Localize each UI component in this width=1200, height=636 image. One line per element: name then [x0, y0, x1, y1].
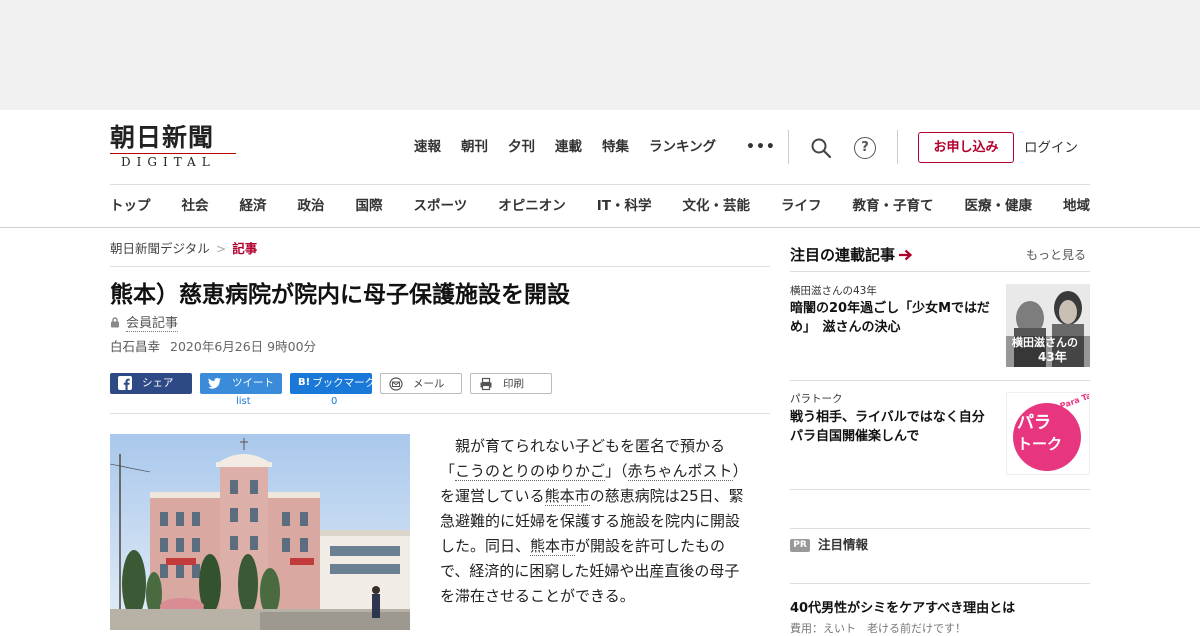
breadcrumb-separator: >: [215, 241, 227, 256]
sidebar-heading[interactable]: 注目の連載記事: [790, 244, 913, 266]
category-economy[interactable]: 経済: [240, 196, 267, 216]
member-article-badge[interactable]: 会員記事: [110, 315, 179, 333]
twitter-share-label: ツイート: [232, 377, 274, 389]
para-talk-label-2: トーク: [1017, 435, 1063, 453]
article-link-akachan-post[interactable]: 赤ちゃんポスト: [627, 462, 733, 481]
category-opinion[interactable]: オピニオン: [498, 196, 566, 216]
sidebar-item-kicker[interactable]: パラトーク: [790, 392, 843, 406]
category-health[interactable]: 医療・健康: [964, 196, 1032, 216]
top-nav-tokushu[interactable]: 特集: [602, 136, 629, 158]
mail-share-button[interactable]: メール: [380, 373, 462, 394]
article-link-kumamoto-city[interactable]: 熊本市: [544, 487, 590, 506]
article-link-kumamoto-city[interactable]: 熊本市: [530, 537, 576, 556]
header-divider: [897, 130, 898, 164]
yokota-thumbnail-number: 43年: [1038, 350, 1067, 364]
publish-date: 2020年6月26日 9時00分: [170, 339, 317, 354]
top-nav-rensai[interactable]: 連載: [555, 136, 582, 158]
print-label: 印刷: [503, 378, 524, 390]
sidebar-divider: [790, 271, 1090, 272]
pr-divider: [790, 583, 1090, 584]
site-header: 朝日新聞 DIGITAL 速報 朝刊 夕刊 連載 特集 ランキング ••• ? …: [0, 110, 1200, 228]
author-name: 白石昌幸: [110, 339, 161, 354]
breadcrumb: 朝日新聞デジタル > 記事: [110, 240, 257, 258]
facebook-share-button[interactable]: シェア: [110, 373, 192, 394]
print-icon: [480, 377, 492, 391]
byline: 白石昌幸 2020年6月26日 9時00分: [110, 338, 316, 356]
help-icon[interactable]: ?: [854, 137, 876, 159]
category-society[interactable]: 社会: [182, 196, 209, 216]
breadcrumb-divider: [110, 266, 770, 267]
more-menu-icon[interactable]: •••: [746, 136, 776, 158]
category-it-science[interactable]: IT・科学: [597, 196, 652, 216]
article-photo-hospital[interactable]: [110, 434, 410, 630]
hatena-bookmark-count[interactable]: 0: [331, 396, 337, 408]
top-nav-choukan[interactable]: 朝刊: [461, 136, 488, 158]
category-region[interactable]: 地域: [1063, 196, 1090, 216]
category-international[interactable]: 国際: [356, 196, 383, 216]
logo-digital: DIGITAL: [110, 153, 236, 170]
category-sports[interactable]: スポーツ: [414, 196, 468, 216]
sidebar-more-link[interactable]: もっと見る: [1026, 246, 1086, 264]
category-culture[interactable]: 文化・芸能: [682, 196, 750, 216]
sidebar-thumb-para-talk[interactable]: Para Talk パラ トーク: [1006, 392, 1090, 475]
article-link-kounotori[interactable]: こうのとりのゆりかご: [455, 462, 606, 481]
twitter-share-count[interactable]: list: [236, 396, 251, 408]
twitter-share-button[interactable]: ツイート: [200, 373, 282, 394]
hatena-bookmark-button[interactable]: B! ブックマーク: [290, 373, 376, 394]
top-nav: 速報 朝刊 夕刊 連載 特集 ランキング: [414, 136, 736, 158]
sidebar-thumb-yokota[interactable]: 横田滋さんの 43年: [1006, 284, 1090, 367]
breadcrumb-current: 記事: [232, 241, 258, 256]
mail-share-label: メール: [413, 378, 445, 390]
search-icon[interactable]: [810, 137, 832, 159]
category-nav: トップ 社会 経済 政治 国際 スポーツ オピニオン IT・科学 文化・芸能 ラ…: [0, 184, 1200, 228]
facebook-icon: [118, 376, 132, 390]
yokota-thumbnail-caption: 横田滋さんの: [1012, 336, 1078, 349]
lock-icon: [111, 317, 119, 328]
top-nav-ranking[interactable]: ランキング: [649, 136, 716, 158]
ad-banner-area: [0, 0, 1200, 110]
twitter-icon: [208, 377, 221, 389]
sidebar-heading-label: 注目の連載記事: [790, 246, 896, 264]
category-nav-divider: [110, 184, 1090, 185]
top-nav-sokuho[interactable]: 速報: [414, 136, 441, 158]
print-button[interactable]: 印刷: [470, 373, 552, 394]
pr-badge: PR: [790, 539, 810, 552]
para-talk-thumbnail-image: [1013, 403, 1081, 471]
facebook-share-label: シェア: [142, 377, 174, 389]
pr-divider: [790, 528, 1090, 529]
sidebar-item-title[interactable]: 戦う相手、ライバルではなく自分 パラ自国開催楽しんで: [790, 408, 1002, 446]
sidebar-item-kicker[interactable]: 横田滋さんの43年: [790, 284, 877, 298]
category-top[interactable]: トップ: [110, 196, 151, 216]
top-nav-yuukan[interactable]: 夕刊: [508, 136, 535, 158]
para-talk-label-1: パラ: [1017, 413, 1051, 433]
header-divider: [788, 130, 789, 164]
article-body-text: 」（: [605, 462, 628, 480]
hatena-bookmark-icon: B!: [298, 377, 311, 388]
article-body: 親が育てられない子どもを匿名で預かる「こうのとりのゆりかご」（赤ちゃんポスト）を…: [440, 434, 746, 609]
category-politics[interactable]: 政治: [298, 196, 325, 216]
mail-icon: [389, 377, 403, 391]
arrow-right-icon: [899, 249, 913, 261]
sidebar-divider: [790, 380, 1090, 381]
pr-section-label: 注目情報: [818, 537, 869, 552]
breadcrumb-home[interactable]: 朝日新聞デジタル: [110, 241, 210, 256]
login-link[interactable]: ログイン: [1024, 137, 1078, 159]
article-title: 熊本）慈恵病院が院内に母子保護施設を開設: [110, 282, 570, 308]
category-education[interactable]: 教育・子育て: [852, 196, 933, 216]
logo-kanji: 朝日新聞: [110, 123, 215, 152]
pr-article-title[interactable]: 40代男性がシミをケアすべき理由とは: [790, 599, 1015, 618]
share-divider: [110, 413, 770, 414]
category-life[interactable]: ライフ: [781, 196, 822, 216]
sidebar-divider: [790, 489, 1090, 490]
pr-article-subtitle[interactable]: 費用：えいト 老ける前だけです！: [790, 622, 966, 636]
hatena-bookmark-label: ブックマーク: [312, 377, 376, 389]
sidebar-item-title[interactable]: 暗闇の20年過ごし「少女Mではだめ」 滋さんの決心: [790, 299, 1002, 337]
member-article-label: 会員記事: [126, 316, 179, 332]
asahi-digital-logo[interactable]: 朝日新聞 DIGITAL: [110, 124, 245, 170]
apply-button[interactable]: お申し込み: [918, 132, 1014, 163]
